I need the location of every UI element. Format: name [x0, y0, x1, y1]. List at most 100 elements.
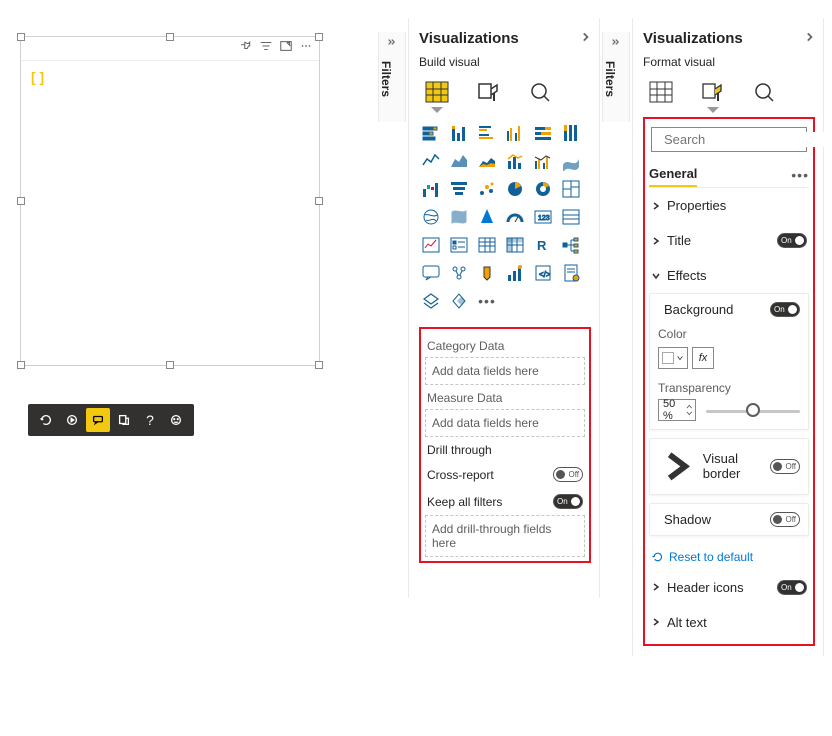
title-section[interactable]: Title On: [649, 223, 809, 258]
r-visual-icon[interactable]: R: [531, 233, 555, 257]
map-icon[interactable]: [419, 205, 443, 229]
multi-row-card-icon[interactable]: [559, 205, 583, 229]
resize-handle[interactable]: [17, 361, 25, 369]
alt-text-section[interactable]: Alt text: [649, 605, 809, 640]
more-options-icon[interactable]: •••: [791, 167, 809, 183]
title-toggle[interactable]: On: [777, 233, 807, 248]
search-box[interactable]: [651, 127, 807, 152]
header-icons-toggle[interactable]: On: [777, 580, 807, 595]
treemap-icon[interactable]: [559, 177, 583, 201]
background-label[interactable]: Background: [664, 302, 733, 317]
pie-chart-icon[interactable]: [503, 177, 527, 201]
focus-mode-icon[interactable]: [279, 39, 293, 56]
paginated-report-icon[interactable]: [559, 261, 583, 285]
power-apps-icon[interactable]: [447, 289, 471, 313]
bookmark-button[interactable]: [112, 408, 136, 432]
qna-icon[interactable]: [419, 261, 443, 285]
line-clustered-column-icon[interactable]: [531, 149, 555, 173]
scatter-icon[interactable]: [475, 177, 499, 201]
decomposition-tree-icon[interactable]: [559, 233, 583, 257]
line-chart-icon[interactable]: [419, 149, 443, 173]
resize-handle[interactable]: [315, 361, 323, 369]
format-visual-tab[interactable]: [699, 79, 727, 105]
visual-border-toggle[interactable]: Off: [770, 459, 800, 474]
card-icon[interactable]: 123: [531, 205, 555, 229]
matrix-icon[interactable]: [503, 233, 527, 257]
expand-icon[interactable]: [803, 31, 815, 46]
hundred-bar-icon[interactable]: [531, 121, 555, 145]
resize-handle[interactable]: [17, 33, 25, 41]
measure-data-well[interactable]: Add data fields here: [425, 409, 585, 437]
category-data-well[interactable]: Add data fields here: [425, 357, 585, 385]
slicer-icon[interactable]: [447, 233, 471, 257]
key-influencers-icon[interactable]: [447, 261, 471, 285]
header-icons-section[interactable]: Header icons On: [649, 570, 809, 605]
more-options-icon[interactable]: [299, 39, 313, 56]
hundred-column-icon[interactable]: [559, 121, 583, 145]
background-toggle[interactable]: On: [770, 302, 800, 317]
refresh-button[interactable]: [34, 408, 58, 432]
more-visuals-icon[interactable]: •••: [475, 289, 499, 313]
play-button[interactable]: [60, 408, 84, 432]
reset-to-default[interactable]: Reset to default: [649, 544, 809, 570]
resize-handle[interactable]: [166, 361, 174, 369]
arcgis-icon[interactable]: [419, 289, 443, 313]
resize-handle[interactable]: [166, 33, 174, 41]
funnel-icon[interactable]: [447, 177, 471, 201]
effects-section[interactable]: Effects: [649, 258, 809, 293]
line-stacked-column-icon[interactable]: [503, 149, 527, 173]
filter-icon[interactable]: [259, 39, 273, 56]
shadow-label[interactable]: Shadow: [664, 512, 711, 527]
resize-handle[interactable]: [315, 197, 323, 205]
properties-section[interactable]: Properties: [649, 188, 809, 223]
filters-pane-collapsed[interactable]: Filters: [378, 32, 406, 122]
format-visual-tab[interactable]: [475, 79, 503, 105]
report-canvas-visual[interactable]: [ ]: [20, 36, 322, 374]
visual-border-label[interactable]: Visual border: [703, 451, 741, 481]
analytics-tab[interactable]: [527, 79, 555, 105]
narrative-icon[interactable]: [475, 261, 499, 285]
donut-chart-icon[interactable]: [531, 177, 555, 201]
color-picker[interactable]: [658, 347, 688, 369]
collapse-icon[interactable]: [603, 32, 629, 55]
collapse-icon[interactable]: [379, 32, 405, 55]
fx-button[interactable]: fx: [692, 347, 714, 369]
search-input[interactable]: [664, 132, 832, 147]
analytics-tab[interactable]: [751, 79, 779, 105]
drill-through-well[interactable]: Add drill-through fields here: [425, 515, 585, 557]
visual-placeholder[interactable]: [ ]: [20, 36, 320, 366]
table-icon[interactable]: [475, 233, 499, 257]
pin-icon[interactable]: [239, 39, 253, 56]
resize-handle[interactable]: [17, 197, 25, 205]
stacked-column-icon[interactable]: [447, 121, 471, 145]
goals-icon[interactable]: [503, 261, 527, 285]
filled-map-icon[interactable]: [447, 205, 471, 229]
keep-all-filters-toggle[interactable]: On: [553, 494, 583, 509]
area-chart-icon[interactable]: [447, 149, 471, 173]
ribbon-chart-icon[interactable]: [559, 149, 583, 173]
waterfall-icon[interactable]: [419, 177, 443, 201]
help-button[interactable]: ?: [138, 408, 162, 432]
feedback-button[interactable]: [164, 408, 188, 432]
build-visual-tab[interactable]: [647, 79, 675, 105]
azure-map-icon[interactable]: [475, 205, 499, 229]
clustered-column-icon[interactable]: [503, 121, 527, 145]
general-tab[interactable]: General: [649, 162, 697, 187]
stacked-bar-icon[interactable]: [419, 121, 443, 145]
python-visual-icon[interactable]: </>: [531, 261, 555, 285]
shadow-toggle[interactable]: Off: [770, 512, 800, 527]
filters-pane-collapsed-2[interactable]: Filters: [602, 32, 630, 122]
build-visual-tab[interactable]: [423, 79, 451, 105]
transparency-slider[interactable]: [706, 400, 800, 420]
transparency-input[interactable]: 50 %: [658, 399, 696, 421]
clustered-bar-icon[interactable]: [475, 121, 499, 145]
resize-handle[interactable]: [315, 33, 323, 41]
expand-icon[interactable]: [579, 31, 591, 46]
stacked-area-icon[interactable]: [475, 149, 499, 173]
comments-button[interactable]: [86, 408, 110, 432]
chevron-down-icon: [676, 354, 684, 362]
gauge-icon[interactable]: [503, 205, 527, 229]
kpi-icon[interactable]: [419, 233, 443, 257]
visualizations-panel-format: Visualizations Format visual General •••…: [632, 18, 824, 656]
cross-report-toggle[interactable]: Off: [553, 467, 583, 482]
